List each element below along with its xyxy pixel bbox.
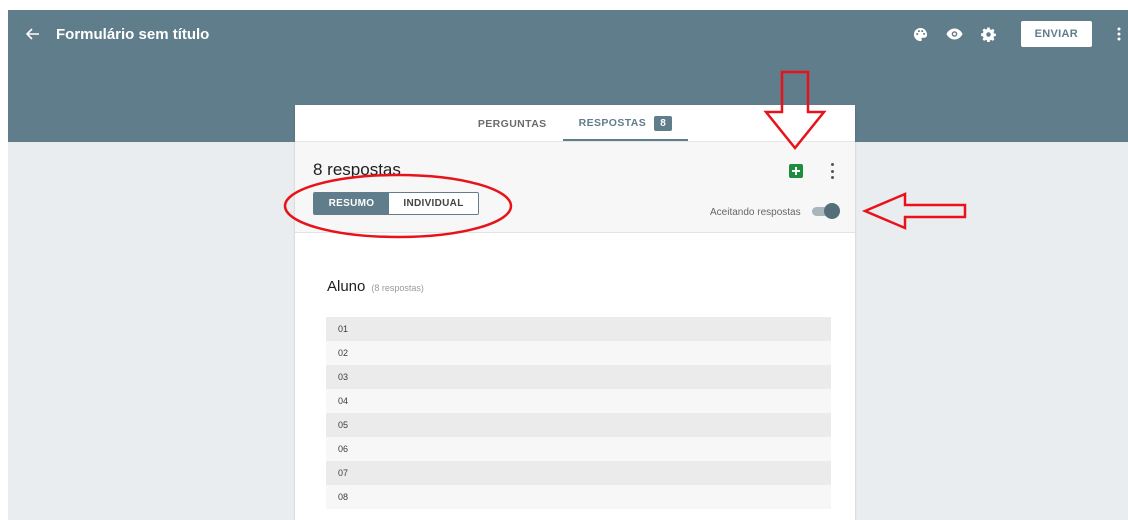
list-item: 05: [326, 413, 831, 437]
send-button[interactable]: ENVIAR: [1020, 21, 1092, 47]
responses-header: 8 respostas: [295, 142, 855, 233]
tab-respostas-label: RESPOSTAS: [578, 117, 647, 129]
answer-list: 01 02 03 04 05 06 07 08: [326, 317, 831, 509]
gear-icon[interactable]: [973, 18, 1005, 50]
list-item: 01: [326, 317, 831, 341]
list-item: 03: [326, 365, 831, 389]
tab-perguntas[interactable]: PERGUNTAS: [462, 107, 563, 141]
question-title-text: Aluno: [327, 278, 366, 295]
toggle-knob: [824, 203, 840, 219]
top-actions: ENVIAR: [905, 10, 1128, 58]
palette-icon[interactable]: [905, 18, 937, 50]
view-toggle: RESUMO INDIVIDUAL: [313, 192, 479, 215]
list-item: 08: [326, 485, 831, 509]
sheets-icon[interactable]: [789, 164, 803, 178]
tab-respostas[interactable]: RESPOSTAS 8: [562, 107, 689, 141]
tabs-bar: PERGUNTAS RESPOSTAS 8: [295, 105, 855, 142]
annotation-arrow-left: [861, 192, 967, 230]
list-item: 07: [326, 461, 831, 485]
list-item: 04: [326, 389, 831, 413]
response-count-badge: 8: [654, 115, 673, 131]
more-vert-icon[interactable]: [1114, 18, 1124, 50]
tab-perguntas-label: PERGUNTAS: [477, 118, 547, 130]
individual-button[interactable]: INDIVIDUAL: [389, 193, 478, 214]
form-card: PERGUNTAS RESPOSTAS 8 8 respostas RESUMO…: [295, 105, 855, 520]
accepting-responses-label: Aceitando respostas: [710, 207, 801, 218]
list-item: 06: [326, 437, 831, 461]
form-title[interactable]: Formulário sem título: [56, 26, 209, 43]
arrow-back-icon[interactable]: [18, 28, 48, 40]
responses-title: 8 respostas: [313, 160, 401, 179]
question-title: Aluno (8 respostas): [327, 278, 424, 295]
list-item: 02: [326, 341, 831, 365]
window-left-edge: [0, 0, 8, 520]
accepting-responses-toggle[interactable]: [810, 203, 840, 219]
more-vert-icon[interactable]: [829, 161, 835, 181]
window-top-edge: [0, 0, 1128, 10]
app-bar: Formulário sem título ENVIAR: [8, 10, 1128, 58]
summary-button[interactable]: RESUMO: [314, 193, 389, 214]
question-response-count: (8 respostas): [371, 283, 424, 293]
eye-icon[interactable]: [939, 18, 971, 50]
